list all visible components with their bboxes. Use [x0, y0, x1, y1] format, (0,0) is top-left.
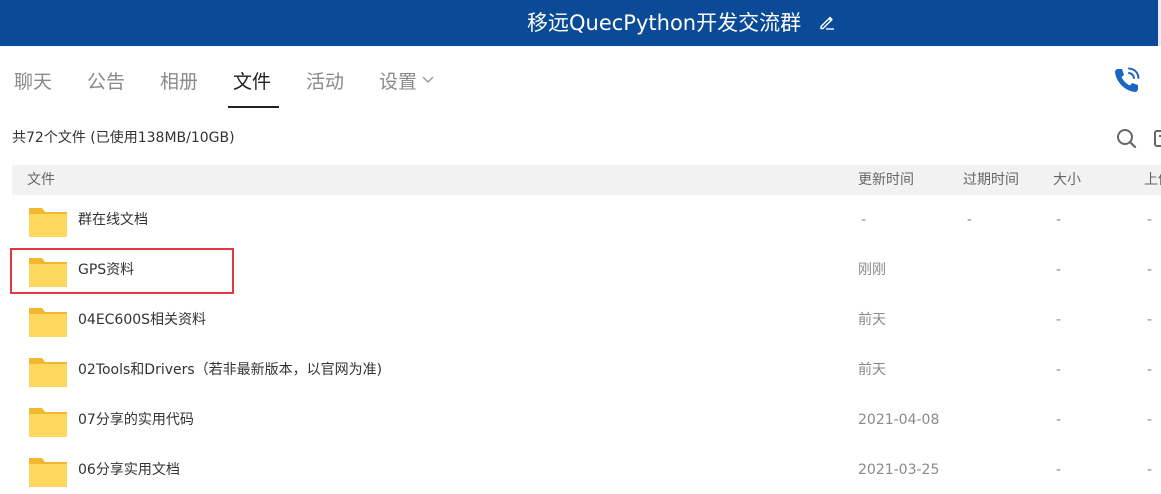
uploader: -	[1147, 312, 1153, 328]
upload-icon[interactable]	[1149, 127, 1161, 149]
file-name: GPS资料	[78, 262, 135, 278]
tab-label: 设置	[379, 71, 418, 93]
file-size: -	[1056, 312, 1062, 328]
expire-time: -	[967, 212, 973, 228]
tab-label: 文件	[233, 71, 272, 93]
updated-time: 2021-03-25	[858, 462, 940, 478]
file-name: 04EC600S相关资料	[78, 312, 207, 328]
uploader: -	[1147, 462, 1153, 478]
column-header-expires[interactable]: 过期时间	[963, 171, 1019, 189]
file-name: 群在线文档	[78, 212, 148, 228]
file-name: 02Tools和Drivers（若非最新版本，以官网为准)	[78, 362, 383, 378]
tab-chat[interactable]: 聊天	[14, 69, 52, 95]
column-header-size[interactable]: 大小	[1053, 171, 1081, 189]
column-header-file[interactable]: 文件	[27, 171, 55, 189]
file-name: 07分享的实用代码	[78, 412, 194, 428]
pencil-icon[interactable]	[818, 13, 836, 31]
uploader: -	[1147, 412, 1153, 428]
column-header-uploader[interactable]: 上传	[1144, 171, 1161, 189]
folder-icon	[29, 258, 67, 287]
file-size: -	[1056, 462, 1062, 478]
file-size: -	[1056, 362, 1062, 378]
updated-time: 前天	[858, 312, 886, 328]
table-row[interactable]: 04EC600S相关资料 前天 - -	[12, 295, 1161, 345]
folder-icon	[29, 208, 67, 237]
folder-icon	[29, 408, 67, 437]
file-table-header: 文件 更新时间 过期时间 大小 上传	[12, 165, 1161, 195]
tab-activities[interactable]: 活动	[306, 69, 344, 95]
tab-album[interactable]: 相册	[160, 69, 198, 95]
tab-label: 公告	[87, 71, 126, 93]
file-size: -	[1056, 412, 1062, 428]
phone-icon[interactable]	[1111, 64, 1143, 96]
folder-icon	[29, 308, 67, 337]
table-row[interactable]: 02Tools和Drivers（若非最新版本，以官网为准) 前天 - -	[12, 345, 1161, 395]
tab-label: 聊天	[14, 71, 53, 93]
tab-bar: 聊天 公告 相册 文件 活动 设置	[0, 46, 1161, 118]
column-header-updated[interactable]: 更新时间	[858, 171, 914, 189]
file-summary: 共72个文件 (已使用138MB/10GB)	[12, 130, 235, 146]
folder-icon	[29, 358, 67, 387]
updated-time: 刚刚	[858, 262, 886, 278]
table-row[interactable]: 07分享的实用代码 2021-04-08 - -	[12, 395, 1161, 445]
table-row[interactable]: 06分享实用文档 2021-03-25 - -	[12, 445, 1161, 494]
search-icon[interactable]	[1115, 127, 1137, 149]
uploader: -	[1147, 262, 1153, 278]
group-title: 移远QuecPython开发交流群	[527, 11, 802, 35]
file-name: 06分享实用文档	[78, 462, 180, 478]
title-bar: 移远QuecPython开发交流群	[0, 0, 1161, 46]
file-size: -	[1056, 212, 1062, 228]
updated-time: 前天	[858, 362, 886, 378]
uploader: -	[1147, 362, 1153, 378]
table-row[interactable]: GPS资料 刚刚 - -	[12, 245, 1161, 295]
updated-time: 2021-04-08	[858, 412, 940, 428]
chevron-down-icon	[422, 76, 434, 83]
table-row[interactable]: 群在线文档 - - - -	[12, 195, 1161, 245]
updated-time: -	[861, 212, 867, 228]
tab-label: 活动	[306, 71, 345, 93]
file-size: -	[1056, 262, 1062, 278]
tab-label: 相册	[160, 71, 199, 93]
active-tab-indicator	[228, 106, 279, 108]
tab-announcements[interactable]: 公告	[87, 69, 125, 95]
tab-settings[interactable]: 设置	[379, 69, 435, 95]
tab-files[interactable]: 文件	[233, 69, 271, 95]
uploader: -	[1147, 212, 1153, 228]
folder-icon	[29, 458, 67, 487]
